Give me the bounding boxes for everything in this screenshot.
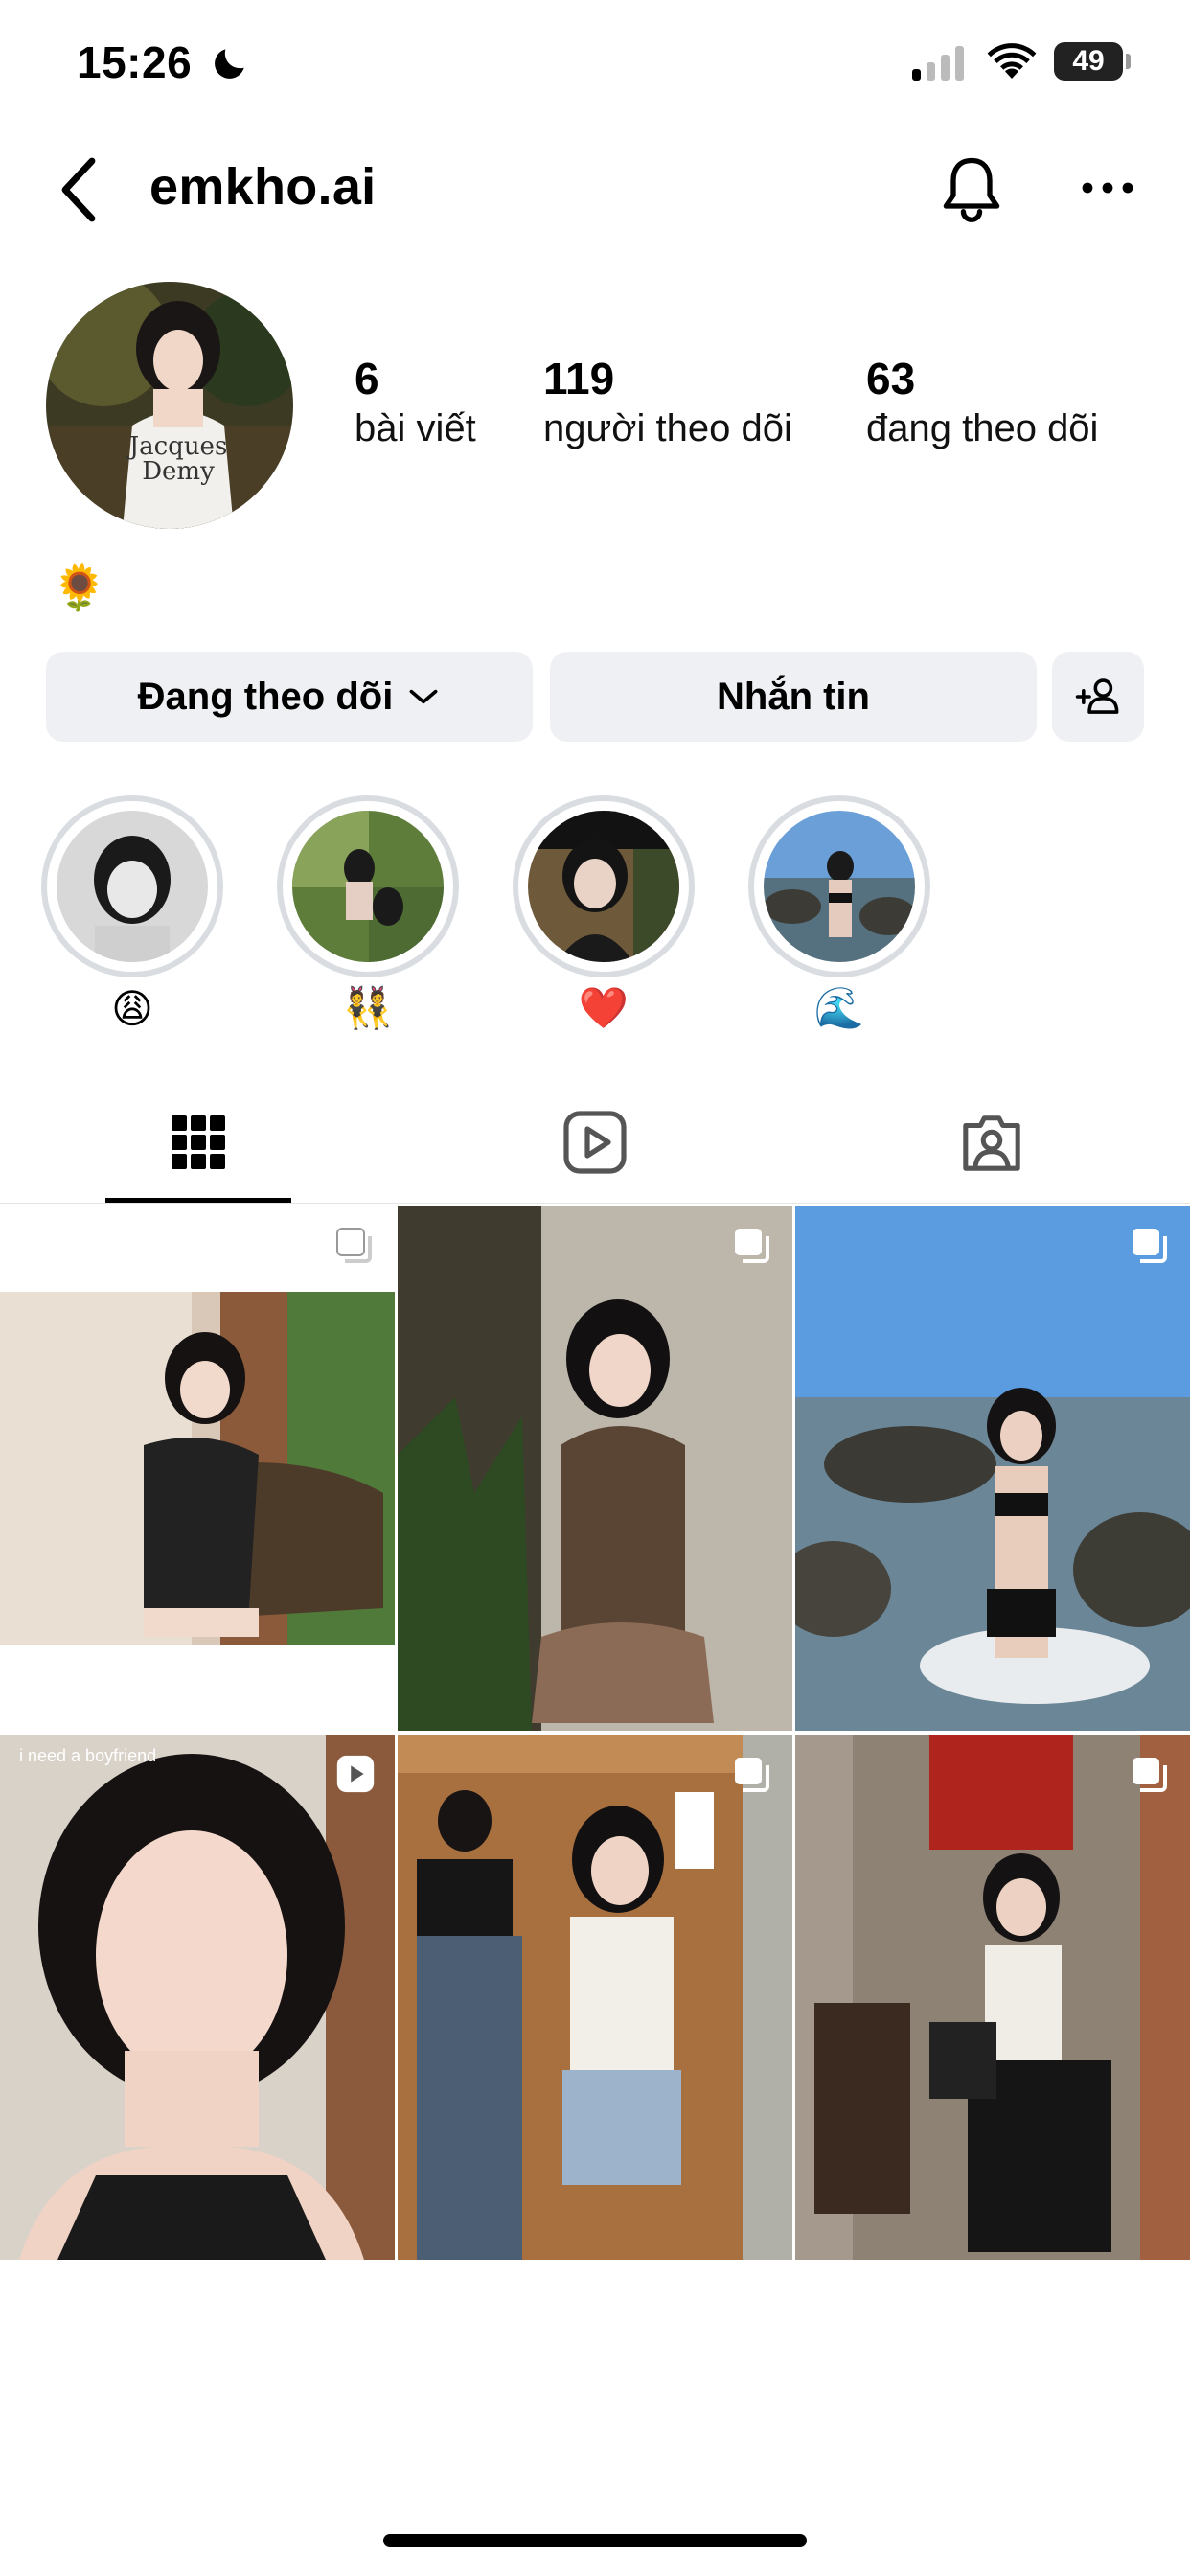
tab-posts-grid[interactable] bbox=[83, 1096, 313, 1188]
post-thumbnail[interactable] bbox=[795, 1206, 1190, 1731]
stat-followers[interactable]: 119 người theo dõi bbox=[543, 355, 792, 454]
highlight-label: ❤️ bbox=[578, 985, 629, 1030]
reels-icon bbox=[563, 1111, 627, 1174]
stat-posts[interactable]: 6 bài viết bbox=[355, 355, 476, 454]
carousel-icon bbox=[1133, 1229, 1167, 1263]
highlight-cover bbox=[528, 811, 679, 962]
tab-tagged[interactable] bbox=[877, 1096, 1107, 1188]
status-time: 15:26 bbox=[77, 37, 193, 87]
tab-reels[interactable] bbox=[480, 1096, 710, 1188]
following-button[interactable]: Đang theo dõi bbox=[46, 652, 533, 742]
post-image bbox=[398, 1206, 792, 1731]
story-highlight[interactable] bbox=[513, 795, 695, 978]
add-person-icon bbox=[1075, 678, 1119, 714]
message-button-label: Nhắn tin bbox=[717, 675, 870, 718]
post-image bbox=[0, 1735, 395, 2260]
suggest-people-button[interactable] bbox=[1052, 652, 1144, 742]
profile-avatar[interactable]: Jacques Demy bbox=[46, 282, 293, 529]
post-image bbox=[795, 1206, 1190, 1731]
stat-count: 119 bbox=[543, 354, 615, 403]
highlight-label: 😩 bbox=[111, 986, 153, 1031]
more-options-icon[interactable] bbox=[1079, 171, 1136, 205]
battery-level: 49 bbox=[1072, 45, 1105, 77]
profile-bio: 🌻 bbox=[52, 563, 107, 612]
stat-label: bài viết bbox=[355, 407, 476, 449]
profile-username: emkho.ai bbox=[149, 158, 377, 216]
reel-icon bbox=[336, 1755, 375, 1793]
tagged-icon bbox=[963, 1116, 1020, 1171]
tabs-divider bbox=[0, 1203, 1190, 1204]
post-image bbox=[0, 1206, 395, 1731]
notification-bell-icon[interactable] bbox=[935, 151, 1008, 224]
wifi-icon bbox=[987, 43, 1037, 79]
stat-following[interactable]: 63 đang theo dõi bbox=[866, 355, 1098, 454]
moon-icon bbox=[215, 49, 244, 79]
following-button-label: Đang theo dõi bbox=[137, 675, 394, 718]
grid-icon bbox=[172, 1116, 225, 1169]
story-highlight[interactable] bbox=[41, 795, 223, 978]
post-thumbnail[interactable]: i need a boyfriend bbox=[0, 1735, 395, 2260]
post-thumbnail[interactable] bbox=[0, 1206, 395, 1731]
post-thumbnail[interactable] bbox=[398, 1206, 792, 1731]
story-highlight[interactable] bbox=[277, 795, 459, 978]
chevron-down-icon bbox=[409, 689, 438, 704]
story-highlight[interactable] bbox=[748, 795, 930, 978]
post-thumbnail[interactable] bbox=[795, 1735, 1190, 2260]
carousel-icon bbox=[336, 1228, 372, 1263]
signal-icon bbox=[912, 46, 970, 80]
stat-label: đang theo dõi bbox=[866, 407, 1099, 449]
highlight-cover bbox=[292, 811, 444, 962]
post-caption-overlay: i need a boyfriend bbox=[19, 1746, 157, 1765]
highlight-label: 🌊 bbox=[813, 985, 865, 1030]
carousel-icon bbox=[735, 1229, 769, 1263]
stat-label: người theo dõi bbox=[543, 407, 792, 449]
stat-count: 6 bbox=[355, 354, 379, 403]
back-button[interactable] bbox=[50, 153, 107, 226]
battery-nub bbox=[1126, 54, 1131, 69]
home-indicator[interactable] bbox=[383, 2534, 807, 2547]
message-button[interactable]: Nhắn tin bbox=[550, 652, 1037, 742]
highlight-cover bbox=[57, 811, 208, 962]
battery-indicator: 49 bbox=[1054, 42, 1123, 80]
post-image bbox=[398, 1735, 792, 2260]
stat-count: 63 bbox=[866, 354, 916, 403]
avatar-photo: Jacques Demy bbox=[46, 282, 293, 529]
highlight-cover bbox=[764, 811, 915, 962]
carousel-icon bbox=[735, 1758, 769, 1792]
carousel-icon bbox=[1133, 1758, 1167, 1792]
svg-text:Demy: Demy bbox=[142, 457, 215, 486]
post-thumbnail[interactable] bbox=[398, 1735, 792, 2260]
post-image bbox=[795, 1735, 1190, 2260]
highlight-label: 👯 bbox=[342, 985, 394, 1030]
